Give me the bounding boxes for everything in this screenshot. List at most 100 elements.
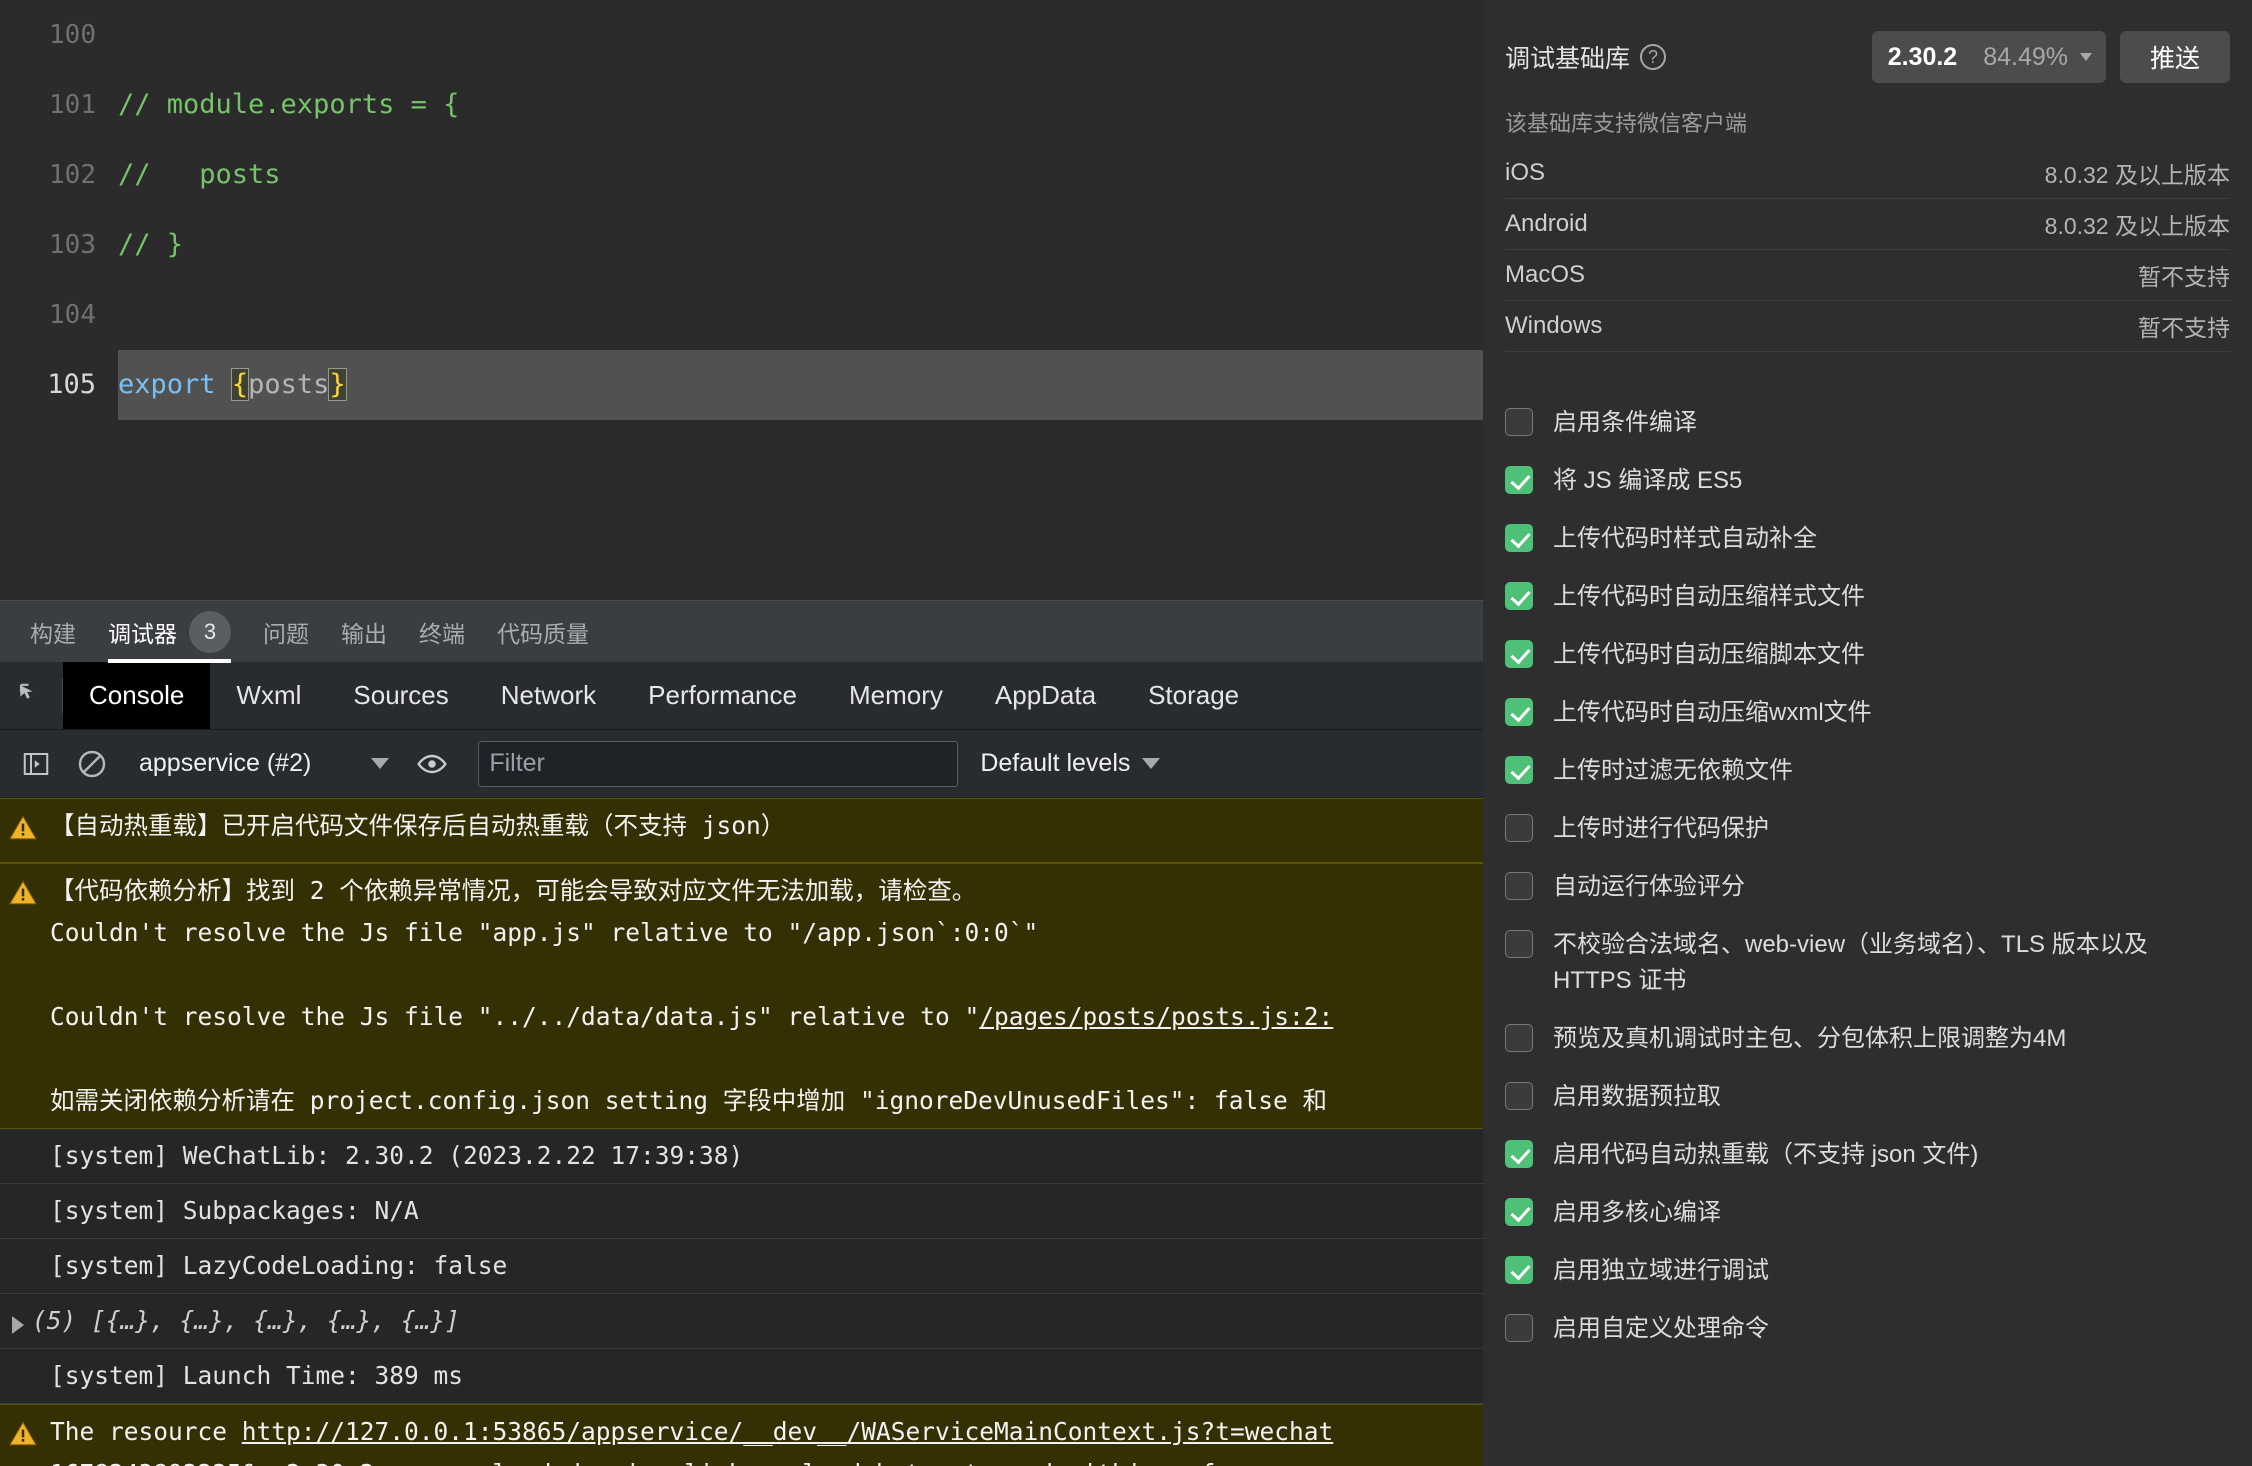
console-message-warn[interactable]: The resource http://127.0.0.1:53865/apps… [0,1404,1483,1466]
panel-tab-终端[interactable]: 终端 [403,601,481,663]
code-line[interactable]: 101 // module.exports = { [0,70,1483,140]
devtools-tab-performance[interactable]: Performance [622,662,823,729]
devtools-tab-console[interactable]: Console [63,662,211,729]
code-text[interactable]: // } [118,210,1483,280]
panel-tab-调试器[interactable]: 调试器 3 [92,601,247,663]
option-row[interactable]: 上传时过滤无依赖文件 [1505,742,2230,800]
checkbox-unchecked-icon[interactable] [1505,872,1533,900]
console-message-log[interactable]: [system] Subpackages: N/A [0,1184,1483,1239]
checkbox-checked-icon[interactable] [1505,582,1533,610]
code-line[interactable]: 100 [0,0,1483,70]
option-row[interactable]: 上传代码时自动压缩wxml文件 [1505,684,2230,742]
checkbox-checked-icon[interactable] [1505,640,1533,668]
code-line[interactable]: 104 [0,280,1483,350]
checkbox-unchecked-icon[interactable] [1505,814,1533,842]
code-line[interactable]: 105 export {posts} [0,350,1483,420]
code-editor[interactable]: 100 101// module.exports = {102// posts 10… [0,0,1483,600]
code-line[interactable]: 102 // posts [0,140,1483,210]
devtools-tab-wxml[interactable]: Wxml [210,662,327,729]
code-text[interactable]: // posts [118,140,1483,210]
option-row[interactable]: 上传代码时样式自动补全 [1505,510,2230,568]
console-message-line: The resource http://127.0.0.1:53865/apps… [50,1411,1483,1453]
platform-support-list: iOS 8.0.32 及以上版本 Android 8.0.32 及以上版本 MacOS 暂… [1505,148,2230,352]
console-message-line: 1678243892225&v=2.30.2 was preloaded usi… [50,1453,1483,1466]
console-message-log[interactable]: [system] LazyCodeLoading: false [0,1239,1483,1294]
option-row[interactable]: 启用代码自动热重载（不支持 json 文件) [1505,1126,2230,1184]
checkbox-checked-icon[interactable] [1505,1256,1533,1284]
code-text[interactable] [118,280,1483,350]
console-link[interactable]: http://127.0.0.1:53865/appservice/__dev_… [242,1417,1334,1446]
wechat-devtools-window: 100 101// module.exports = {102// posts 10… [0,0,2252,1466]
option-row[interactable]: 启用条件编译 [1505,394,2230,452]
option-row[interactable]: 启用多核心编译 [1505,1184,2230,1242]
option-row[interactable]: 上传代码时自动压缩样式文件 [1505,568,2230,626]
live-expression-icon[interactable] [404,730,460,798]
base-library-label: 调试基础库 [1505,45,1631,73]
code-text[interactable]: // module.exports = { [118,70,1483,140]
panel-tab-输出[interactable]: 输出 [325,601,403,663]
panel-tab-label: 调试器 [108,620,177,647]
platform-row-ios: iOS 8.0.32 及以上版本 [1505,148,2230,199]
console-filter-input[interactable] [478,740,959,787]
option-row[interactable]: 将 JS 编译成 ES5 [1505,452,2230,510]
expand-arrow-icon[interactable] [12,1316,24,1334]
console-levels-selector[interactable]: Default levels [980,749,1161,778]
console-message-list[interactable]: 【自动热重载】已开启代码文件保存后自动热重载（不支持 json） 【代码依赖分析】… [0,798,1483,1466]
code-text[interactable]: export {posts} [118,350,1483,420]
base-library-version-selector[interactable]: 2.30.2 84.49% [1871,31,2106,83]
checkbox-unchecked-icon[interactable] [1505,1082,1533,1110]
option-row[interactable]: 预览及真机调试时主包、分包体积上限调整为4M [1505,1010,2230,1068]
checkbox-unchecked-icon[interactable] [1505,1024,1533,1052]
option-row[interactable]: 启用独立域进行调试 [1505,1242,2230,1300]
checkbox-unchecked-icon[interactable] [1505,1314,1533,1342]
console-message-warn[interactable]: 【代码依赖分析】找到 2 个依赖异常情况，可能会导致对应文件无法加载，请检查。 C… [0,863,1483,1129]
bottom-panel-tabbar[interactable]: 构建 调试器 3 问题 输出 终端 代码质量 [0,600,1483,663]
panel-tab-问题[interactable]: 问题 [247,601,325,663]
checkbox-checked-icon[interactable] [1505,756,1533,784]
devtools-tabbar[interactable]: Console Wxml Sources Network Performance Memo… [0,662,1483,730]
inspect-element-icon[interactable] [0,662,62,729]
code-text[interactable] [118,0,1483,70]
option-label: 上传代码时自动压缩脚本文件 [1553,641,1865,668]
option-row[interactable]: 自动运行体验评分 [1505,858,2230,916]
checkbox-unchecked-icon[interactable] [1505,930,1533,958]
option-row[interactable]: 上传时进行代码保护 [1505,800,2230,858]
panel-tab-构建[interactable]: 构建 [14,601,92,663]
checkbox-unchecked-icon[interactable] [1505,408,1533,436]
console-message-log[interactable]: [system] Launch Time: 389 ms [0,1349,1483,1404]
option-label: 启用自定义处理命令 [1553,1315,1769,1342]
option-row[interactable]: 启用自定义处理命令 [1505,1300,2230,1358]
push-button[interactable]: 推送 [2120,31,2230,83]
console-sidebar-icon[interactable] [8,730,64,798]
question-mark-icon[interactable]: ? [1640,44,1667,70]
clear-console-icon[interactable] [64,730,120,798]
console-message-line: 如需关闭依赖分析请在 project.config.json setting 字… [50,1080,1483,1122]
devtools-tab-storage[interactable]: Storage [1122,662,1265,729]
panel-tab-代码质量[interactable]: 代码质量 [481,601,605,663]
console-toolbar[interactable]: appservice (#2) Default levels [0,730,1483,798]
console-link[interactable]: /pages/posts/posts.js:2: [979,1002,1333,1031]
devtools-tab-network[interactable]: Network [475,662,622,729]
console-text: 【代码依赖分析】找到 2 个依赖异常情况，可能会导致对应文件无法加载，请检查。 [50,876,977,905]
console-context-selector[interactable]: appservice (#2) [121,730,403,798]
checkbox-checked-icon[interactable] [1505,466,1533,494]
checkbox-checked-icon[interactable] [1505,1140,1533,1168]
console-link[interactable]: 1678243892225&v=2.30.2 [50,1459,375,1466]
checkbox-checked-icon[interactable] [1505,698,1533,726]
console-message-warn[interactable]: 【自动热重载】已开启代码文件保存后自动热重载（不支持 json） [0,798,1483,863]
checkbox-checked-icon[interactable] [1505,1198,1533,1226]
option-row[interactable]: 上传代码时自动压缩脚本文件 [1505,626,2230,684]
checkbox-checked-icon[interactable] [1505,524,1533,552]
panel-tab-label: 代码质量 [497,620,589,647]
option-row[interactable]: 启用数据预拉取 [1505,1068,2230,1126]
code-line[interactable]: 103 // } [0,210,1483,280]
option-row[interactable]: 不校验合法域名、web-view（业务域名）、TLS 版本以及 HTTPS 证书 [1505,916,2230,1010]
devtools-tab-memory[interactable]: Memory [823,662,969,729]
console-message-log[interactable]: [system] WeChatLib: 2.30.2 (2023.2.22 17… [0,1129,1483,1184]
console-message-object[interactable]: (5) [{…}, {…}, {…}, {…}, {…}] [0,1294,1483,1349]
console-message-line [50,954,1483,996]
devtools-tab-appdata[interactable]: AppData [969,662,1122,729]
code-token-comment: // module.exports = { [118,89,460,120]
project-settings-options[interactable]: 启用条件编译将 JS 编译成 ES5 上传代码时样式自动补全 上传代码时自动压缩样式… [1505,352,2230,1358]
devtools-tab-sources[interactable]: Sources [327,662,474,729]
